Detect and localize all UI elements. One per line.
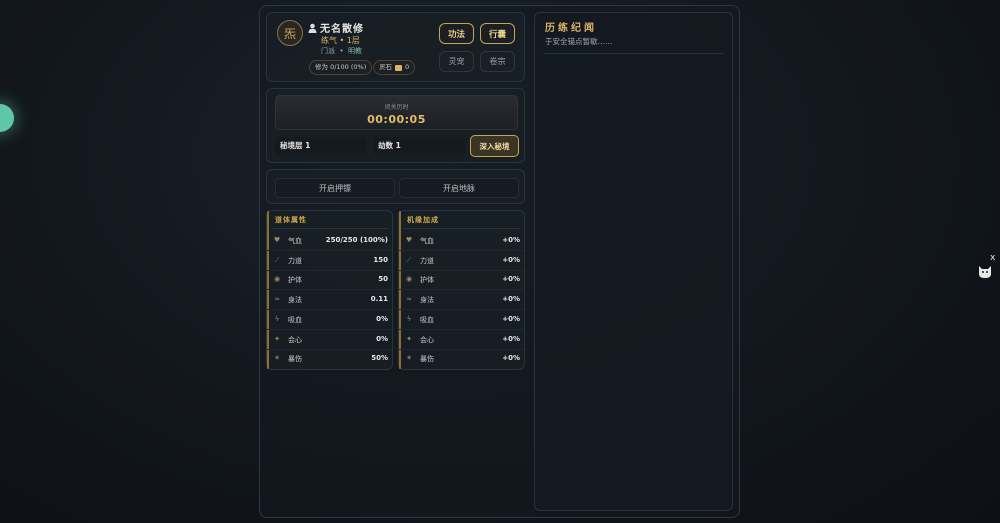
stat-row: ♥ 气血 250/250 (100%) <box>267 231 392 251</box>
sword-icon: ⟋ <box>274 255 280 264</box>
burst-icon: ✶ <box>274 354 280 363</box>
stat-row: ✦ 会心 +0% <box>399 330 524 350</box>
stat-value: 50% <box>371 354 388 363</box>
log-title: 历练纪闻 <box>545 23 597 34</box>
spirit-stone-value: 0 <box>405 63 410 71</box>
kalpa-count: 劫数 1 <box>373 137 465 155</box>
stat-label: 气血 <box>420 237 434 245</box>
juanzong-button[interactable]: 卷宗 <box>480 51 515 72</box>
wind-icon: ≈ <box>406 295 412 304</box>
player-card: 炁 无名散修 练气 • 1层 门派 • 明教 修为 0/100 (0%) 灵石 … <box>266 12 525 82</box>
sword-icon: ⟋ <box>406 255 412 264</box>
player-realm: 练气 • 1层 <box>321 36 360 45</box>
heart-icon: ♥ <box>273 236 281 244</box>
stat-label: 护体 <box>420 276 434 285</box>
avatar[interactable]: 炁 <box>277 20 303 46</box>
stat-label: 护体 <box>288 276 302 285</box>
shield-icon: ◉ <box>405 275 413 284</box>
stat-value: +0% <box>502 255 520 264</box>
name-row: 无名散修 <box>308 20 364 35</box>
stat-label: 会心 <box>420 335 434 344</box>
fortune-stats-title: 机缘加成 <box>407 216 439 224</box>
player-name: 无名散修 <box>320 24 364 35</box>
stat-value: 0% <box>376 334 388 343</box>
heart-icon: ♥ <box>405 236 413 244</box>
stat-row: ≈ 身法 +0% <box>399 290 524 311</box>
shield-icon: ◉ <box>273 275 281 284</box>
stat-value: +0% <box>502 275 520 284</box>
stat-value: 150 <box>373 255 388 264</box>
fortune-stats-panel: 机缘加成 ♥ 气血 +0% ⟋ 力道 +0% ◉ 护体 +0% ≈ 身法 +0% ϟ 吸血 +0% ✦ 会心 +0… <box>398 210 525 370</box>
cultivation-badge: 修为 0/100 (0%) <box>309 60 373 75</box>
cat-icon[interactable] <box>976 262 994 280</box>
drain-icon: ϟ <box>406 314 412 323</box>
escort-button[interactable]: 开启押镖 <box>275 178 395 198</box>
stat-row: ≈ 身法 0.11 <box>267 290 392 311</box>
stat-label: 力道 <box>288 256 302 265</box>
stat-row: ♥ 气血 +0% <box>399 231 524 251</box>
lingchong-button[interactable]: 灵宠 <box>439 51 474 72</box>
stat-row: ◉ 护体 50 <box>267 270 392 291</box>
player-sect: 门派 • 明教 <box>321 47 363 55</box>
enter-realm-button[interactable]: 深入秘境 <box>470 135 519 157</box>
spirit-stone-label: 灵石 <box>379 63 392 71</box>
secret-realm-panel: 闭关历时 00:00:05 秘境层 1 劫数 1 深入秘境 <box>266 88 525 163</box>
stat-label: 身法 <box>288 296 302 305</box>
stat-value: 0.11 <box>370 295 388 304</box>
stat-value: +0% <box>502 354 520 363</box>
earth-vein-button[interactable]: 开启地脉 <box>399 178 519 198</box>
stat-value: 0% <box>376 314 388 323</box>
sect-label: 门派 <box>321 47 335 55</box>
spark-icon: ✦ <box>274 334 280 343</box>
stat-row: ◉ 护体 +0% <box>399 270 524 291</box>
timer-value: 00:00:05 <box>367 113 426 126</box>
body-stats-title: 道体属性 <box>275 216 307 224</box>
gongfa-button[interactable]: 功法 <box>439 23 474 44</box>
stat-value: +0% <box>502 314 520 323</box>
seclusion-timer: 闭关历时 00:00:05 <box>275 95 518 130</box>
stat-label: 力道 <box>420 256 434 265</box>
stat-row: ✶ 暴伤 +0% <box>399 349 524 368</box>
divider <box>271 228 388 229</box>
divider <box>543 53 724 54</box>
timer-label: 闭关历时 <box>384 104 409 111</box>
stat-row: ⟋ 力道 +0% <box>399 251 524 271</box>
stat-row: ⟋ 力道 150 <box>267 251 392 271</box>
stat-value: 250/250 (100%) <box>325 236 388 244</box>
stat-row: ✶ 暴伤 50% <box>267 349 392 368</box>
burst-icon: ✶ <box>406 354 412 363</box>
stat-row: ϟ 吸血 +0% <box>399 310 524 330</box>
stat-label: 身法 <box>420 296 434 305</box>
wind-icon: ≈ <box>274 295 280 304</box>
xingnang-button[interactable]: 行囊 <box>480 23 515 44</box>
stat-value: +0% <box>502 334 520 343</box>
actions-panel: 开启押镖 开启地脉 <box>266 169 525 204</box>
stat-label: 吸血 <box>420 315 434 324</box>
floating-orb[interactable] <box>0 104 14 132</box>
spirit-stone-badge: 灵石 0 <box>373 60 416 75</box>
drain-icon: ϟ <box>274 314 280 323</box>
sect-value: 明教 <box>348 47 363 55</box>
stat-label: 会心 <box>288 335 302 344</box>
adventure-log: 历练纪闻 于安全锚点暂歇…… <box>534 12 733 511</box>
spark-icon: ✦ <box>406 334 412 343</box>
stat-label: 吸血 <box>288 315 302 324</box>
stat-value: +0% <box>502 295 520 304</box>
log-entry: 于安全锚点暂歇…… <box>545 37 613 46</box>
stat-label: 气血 <box>288 237 302 245</box>
stat-value: 50 <box>378 275 388 284</box>
body-stats-panel: 道体属性 ♥ 气血 250/250 (100%) ⟋ 力道 150 ◉ 护体 50 ≈ 身法 0.11… <box>266 210 393 370</box>
stat-label: 暴伤 <box>288 355 302 364</box>
stat-label: 暴伤 <box>420 355 434 364</box>
divider <box>403 228 520 229</box>
coin-icon <box>395 64 402 71</box>
user-icon <box>308 23 317 33</box>
stat-row: ϟ 吸血 0% <box>267 310 392 330</box>
stat-value: +0% <box>502 236 520 244</box>
stat-row: ✦ 会心 0% <box>267 330 392 350</box>
realm-layer: 秘境层 1 <box>275 137 367 155</box>
